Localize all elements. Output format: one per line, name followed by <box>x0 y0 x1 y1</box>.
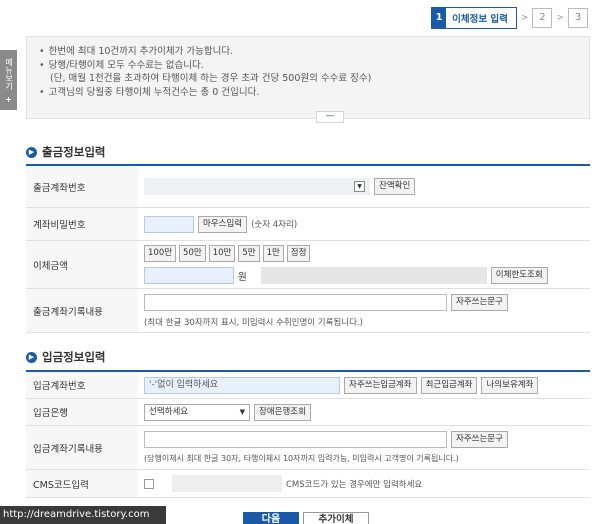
withdraw-section-title: ▶ 출금정보입력 <box>26 144 105 160</box>
step-1-active: 1 이체정보 입력 <box>431 7 517 29</box>
withdraw-form: 출금계좌번호 ▼ 잔액확인 계좌비밀번호 마우스입력 (숫자 4자리) 이체금액 <box>26 164 590 333</box>
chevron-down-icon: ▼ <box>354 181 365 192</box>
mouse-input-button[interactable]: 마우스입력 <box>198 215 248 233</box>
password-label: 계좌비밀번호 <box>26 208 138 240</box>
step-label: 이체정보 입력 <box>452 14 508 25</box>
chevron-down-icon: ▼ <box>239 407 245 416</box>
cms-help: CMS코드가 있는 경우에만 입력하세요 <box>286 479 423 490</box>
amount-korean-readout <box>260 267 487 284</box>
limit-check-button[interactable]: 이체한도조회 <box>490 267 548 284</box>
bank-label: 입금은행 <box>26 399 138 425</box>
withdraw-frequent-phrase-button[interactable]: 자주쓰는문구 <box>451 293 508 311</box>
watermark: http://dreamdrive.tistory.com <box>0 506 166 524</box>
my-account-button[interactable]: 나의보유계좌 <box>481 376 539 394</box>
password-input[interactable] <box>144 215 194 233</box>
notice-item: • 고객님의 당월중 타행이체 누적건수는 총 0 건입니다. <box>39 86 260 98</box>
deposit-memo-row: 입금계좌기록내용 자주쓰는문구 (당행이체시 최대 한글 30자, 타행이체시 … <box>26 426 590 470</box>
step-3: 3 <box>568 8 588 28</box>
withdraw-account-row: 출금계좌번호 ▼ 잔액확인 <box>26 166 590 208</box>
chevron-right-icon: > <box>556 13 564 23</box>
amount-reset-button[interactable]: 정정 <box>286 245 311 262</box>
bank-select[interactable]: 선택하세요 ▼ <box>144 403 250 421</box>
cms-checkbox[interactable] <box>144 478 154 489</box>
password-hint: (숫자 4자리) <box>251 220 298 230</box>
withdraw-password-row: 계좌비밀번호 마우스입력 (숫자 4자리) <box>26 208 590 241</box>
chevron-right-icon: > <box>520 13 529 23</box>
withdraw-memo-row: 출금계좌기록내용 자주쓰는문구 (최대 한글 30자까지 표시, 미입력시 수취… <box>26 289 590 333</box>
collapse-toggle[interactable]: — <box>316 111 344 123</box>
deposit-account-label: 입금계좌번호 <box>26 372 138 398</box>
notice-item: (단, 매월 1천건을 초과하여 타행이체 하는 경우 초과 건당 500원의 … <box>50 73 372 84</box>
amount-input[interactable] <box>144 267 234 284</box>
notice-item: • 당행/타행이체 모두 수수료는 없습니다. <box>39 59 204 71</box>
add-transfer-button[interactable]: 추가이체 <box>303 512 369 524</box>
amount-unit: 원 <box>238 271 247 283</box>
amount-5man-button[interactable]: 5만 <box>238 245 260 262</box>
step-indicator: 1 이체정보 입력 > 2 > 3 <box>431 7 588 29</box>
step-number: 1 <box>432 8 447 28</box>
balance-check-button[interactable]: 잔액확인 <box>374 178 416 195</box>
deposit-memo-input[interactable] <box>144 431 447 448</box>
plus-icon: + <box>5 95 12 104</box>
amount-50man-button[interactable]: 50만 <box>179 245 206 262</box>
withdraw-account-label: 출금계좌번호 <box>26 166 138 207</box>
amount-10man-button[interactable]: 10만 <box>208 245 236 262</box>
recent-account-button[interactable]: 최근입금계좌 <box>420 376 478 394</box>
amount-label: 이체금액 <box>26 241 138 288</box>
withdraw-memo-help: (최대 한글 30자까지 표시, 미입력시 수취인명이 기록됩니다.) <box>144 317 363 328</box>
step-2: 2 <box>532 8 553 28</box>
deposit-form: 입금계좌번호 '-'없이 입력하세요 자주쓰는입금계좌 최근입금계좌 나의보유계… <box>26 370 590 498</box>
withdraw-account-select[interactable]: ▼ <box>144 178 370 195</box>
deposit-account-row: 입금계좌번호 '-'없이 입력하세요 자주쓰는입금계좌 최근입금계좌 나의보유계… <box>26 372 590 399</box>
deposit-account-input[interactable]: '-'없이 입력하세요 <box>144 376 340 394</box>
withdraw-memo-label: 출금계좌기록내용 <box>26 289 138 332</box>
deposit-section-title: ▶ 입금정보입력 <box>26 349 105 365</box>
notice-box: • 한번에 최대 10건까지 추가이체가 가능합니다. • 당행/타행이체 모두 수… <box>26 36 590 123</box>
cms-label: CMS코드입력 <box>26 470 138 497</box>
withdraw-memo-input[interactable] <box>144 293 447 311</box>
amount-1man-button[interactable]: 1만 <box>262 245 284 262</box>
notice-item: • 한번에 최대 10건까지 추가이체가 가능합니다. <box>39 46 234 57</box>
side-menu-tab[interactable]: 메뉴보기 + <box>0 50 17 110</box>
deposit-memo-label: 입금계좌기록내용 <box>26 426 138 469</box>
amount-100man-button[interactable]: 100만 <box>144 245 177 262</box>
side-menu-label: 메뉴보기 <box>4 58 14 90</box>
deposit-bank-row: 입금은행 선택하세요 ▼ 장애은행조회 <box>26 399 590 426</box>
deposit-memo-help: (당행이체시 최대 한글 30자, 타행이체시 10자까지 입력가능, 미입력시… <box>144 454 459 463</box>
frequent-account-button[interactable]: 자주쓰는입금계좌 <box>344 376 417 394</box>
withdraw-amount-row: 이체금액 100만 50만 10만 5만 1만 정정 원 이체한도조회 <box>26 241 590 289</box>
cms-code-input[interactable] <box>172 475 282 492</box>
arrow-circle-icon: ▶ <box>26 146 37 158</box>
bank-failure-search-button[interactable]: 장애은행조회 <box>254 403 311 421</box>
arrow-circle-icon: ▶ <box>26 351 37 363</box>
next-button[interactable]: 다음 <box>243 512 299 524</box>
deposit-frequent-phrase-button[interactable]: 자주쓰는문구 <box>451 431 508 448</box>
cms-row: CMS코드입력 CMS코드가 있는 경우에만 입력하세요 <box>26 470 590 498</box>
